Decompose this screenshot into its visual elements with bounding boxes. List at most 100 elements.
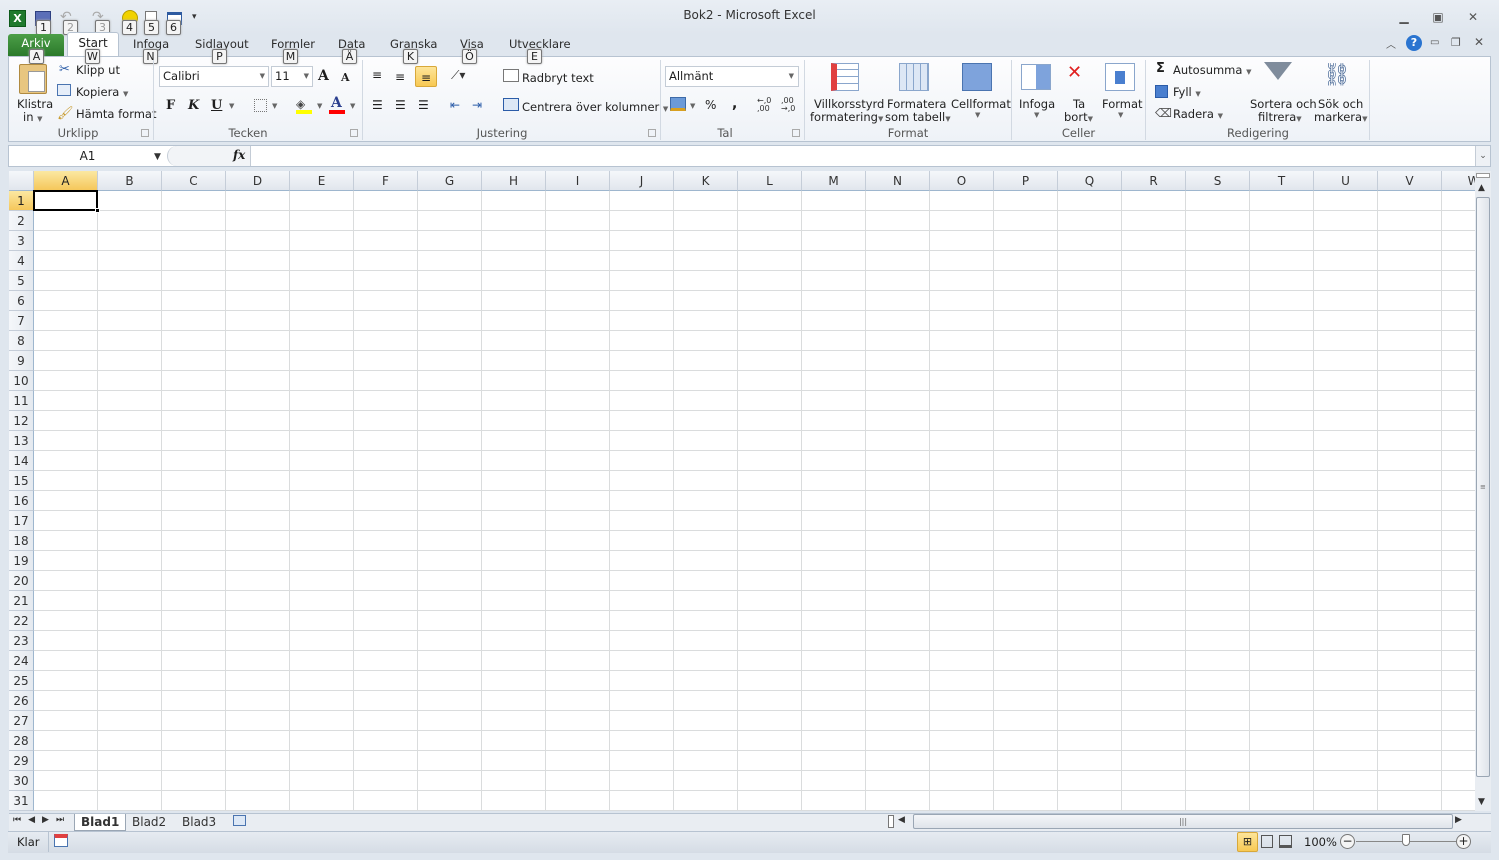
zoom-out-button[interactable]: −	[1340, 834, 1355, 849]
row-header[interactable]: 4	[9, 251, 34, 271]
fill-handle[interactable]	[95, 208, 100, 213]
scroll-left-icon[interactable]: ◀	[898, 815, 905, 825]
copy-icon[interactable]	[57, 84, 71, 96]
currency-icon[interactable]	[670, 97, 686, 111]
align-bottom-icon[interactable]: ≡	[415, 66, 437, 87]
sort-filter-button[interactable]: Sortera och	[1250, 97, 1317, 111]
align-top-icon[interactable]: ≡	[372, 68, 382, 82]
merge-center-icon[interactable]	[503, 98, 519, 111]
delete-cells-button[interactable]: Ta	[1073, 97, 1085, 111]
font-launcher-icon[interactable]	[350, 129, 358, 137]
wrap-text-button[interactable]: Radbryt text	[522, 71, 594, 85]
active-cell[interactable]	[33, 190, 98, 211]
clear-button[interactable]: Radera ▼	[1173, 107, 1223, 121]
zoom-level[interactable]: 100%	[1304, 835, 1337, 849]
column-header[interactable]: P	[994, 171, 1058, 191]
row-header[interactable]: 16	[9, 491, 34, 511]
column-header[interactable]: E	[290, 171, 354, 191]
name-box-dropdown-icon[interactable]: ▼	[154, 152, 161, 162]
align-center-icon[interactable]: ☰	[395, 98, 406, 112]
column-header[interactable]: H	[482, 171, 546, 191]
copy-button[interactable]: Kopiera ▼	[76, 85, 128, 99]
paste-label-2[interactable]: in ▼	[23, 110, 43, 124]
font-size-combo[interactable]: 11 ▼	[271, 66, 313, 87]
horizontal-scroll-thumb[interactable]: |||	[913, 814, 1453, 829]
column-header[interactable]: T	[1250, 171, 1314, 191]
number-launcher-icon[interactable]	[792, 129, 800, 137]
row-header[interactable]: 19	[9, 551, 34, 571]
column-header[interactable]: R	[1122, 171, 1186, 191]
delete-cells-button-2[interactable]: bort▼	[1064, 110, 1093, 124]
eraser-icon[interactable]: ⌫	[1155, 106, 1172, 120]
normal-view-button[interactable]: ⊞	[1237, 832, 1258, 852]
format-dropdown-icon[interactable]: ▼	[1118, 111, 1123, 119]
column-header[interactable]: M	[802, 171, 866, 191]
format-as-table-button-2[interactable]: som tabell▼	[885, 110, 951, 124]
font-color-dropdown-icon[interactable]: ▼	[350, 102, 355, 110]
cell-styles-button[interactable]: Cellformat	[951, 97, 1011, 111]
macro-record-icon[interactable]	[54, 834, 68, 847]
underline-button[interactable]: U	[211, 98, 222, 113]
close-button[interactable]: ✕	[1462, 10, 1484, 26]
row-header[interactable]: 23	[9, 631, 34, 651]
insert-cells-button[interactable]: Infoga	[1019, 97, 1055, 111]
conditional-formatting-icon[interactable]	[831, 63, 859, 91]
row-header[interactable]: 8	[9, 331, 34, 351]
row-header[interactable]: 2	[9, 211, 34, 231]
wb-close-button[interactable]: ✕	[1474, 35, 1484, 49]
align-left-icon[interactable]: ☰	[372, 98, 383, 112]
cut-icon[interactable]: ✂	[59, 62, 70, 77]
row-header[interactable]: 28	[9, 731, 34, 751]
conditional-formatting-button-2[interactable]: formatering▼	[810, 110, 883, 124]
paste-label[interactable]: Klistra	[17, 97, 53, 111]
column-header[interactable]: C	[162, 171, 226, 191]
column-header[interactable]: A	[34, 171, 98, 191]
scroll-up-icon[interactable]: ▲	[1478, 183, 1485, 193]
conditional-formatting-button[interactable]: Villkorsstyrd	[814, 97, 884, 111]
row-header[interactable]: 17	[9, 511, 34, 531]
column-header[interactable]: V	[1378, 171, 1442, 191]
delete-cells-icon[interactable]: ✕	[1067, 62, 1082, 83]
sort-filter-button-2[interactable]: filtrera▼	[1258, 110, 1302, 124]
column-header[interactable]: N	[866, 171, 930, 191]
find-select-button-2[interactable]: markera▼	[1314, 110, 1367, 124]
row-header[interactable]: 14	[9, 451, 34, 471]
column-header[interactable]: U	[1314, 171, 1378, 191]
maximize-button[interactable]: ▣	[1427, 10, 1449, 26]
row-header[interactable]: 10	[9, 371, 34, 391]
autosum-icon[interactable]: Σ	[1156, 61, 1165, 76]
cell-styles-dropdown-icon[interactable]: ▼	[975, 111, 980, 119]
excel-logo-icon[interactable]: X	[9, 10, 26, 27]
font-color-button[interactable]: A	[331, 95, 342, 111]
percent-button[interactable]: %	[705, 98, 716, 112]
row-header[interactable]: 12	[9, 411, 34, 431]
row-header[interactable]: 29	[9, 751, 34, 771]
row-header[interactable]: 13	[9, 431, 34, 451]
row-header[interactable]: 26	[9, 691, 34, 711]
insert-sheet-icon[interactable]	[233, 815, 246, 826]
row-header[interactable]: 5	[9, 271, 34, 291]
insert-function-button[interactable]: fx	[233, 148, 245, 162]
wb-restore-button[interactable]: ❐	[1451, 36, 1461, 49]
increase-decimal-icon[interactable]: ←,0,00	[757, 97, 771, 113]
find-select-button[interactable]: Sök och	[1318, 97, 1363, 111]
row-header[interactable]: 1	[9, 191, 34, 211]
decrease-indent-icon[interactable]: ⇤	[450, 98, 460, 112]
grow-font-button[interactable]: A	[318, 68, 329, 84]
sort-filter-icon[interactable]	[1264, 62, 1292, 80]
column-header[interactable]: O	[930, 171, 994, 191]
increase-indent-icon[interactable]: ⇥	[472, 98, 482, 112]
sheet-tab-blad2[interactable]: Blad2	[126, 814, 172, 831]
column-header[interactable]: K	[674, 171, 738, 191]
sheet-tab-blad1[interactable]: Blad1	[74, 814, 127, 831]
spreadsheet-grid[interactable]: A B C D E F G H I J K L M N O P Q R S T U V W 1 2 3 4 5 6 7 8 9 10 11 12 13…	[9, 171, 1475, 811]
column-header[interactable]: J	[610, 171, 674, 191]
zoom-slider-thumb[interactable]	[1402, 834, 1410, 846]
hscroll-split-handle[interactable]	[888, 815, 894, 828]
sheet-tab-blad3[interactable]: Blad3	[176, 814, 222, 831]
name-box[interactable]: A1	[9, 146, 166, 166]
customize-qat-icon[interactable]: ▾	[192, 12, 197, 22]
column-header[interactable]: B	[98, 171, 162, 191]
row-header[interactable]: 20	[9, 571, 34, 591]
column-header[interactable]: Q	[1058, 171, 1122, 191]
